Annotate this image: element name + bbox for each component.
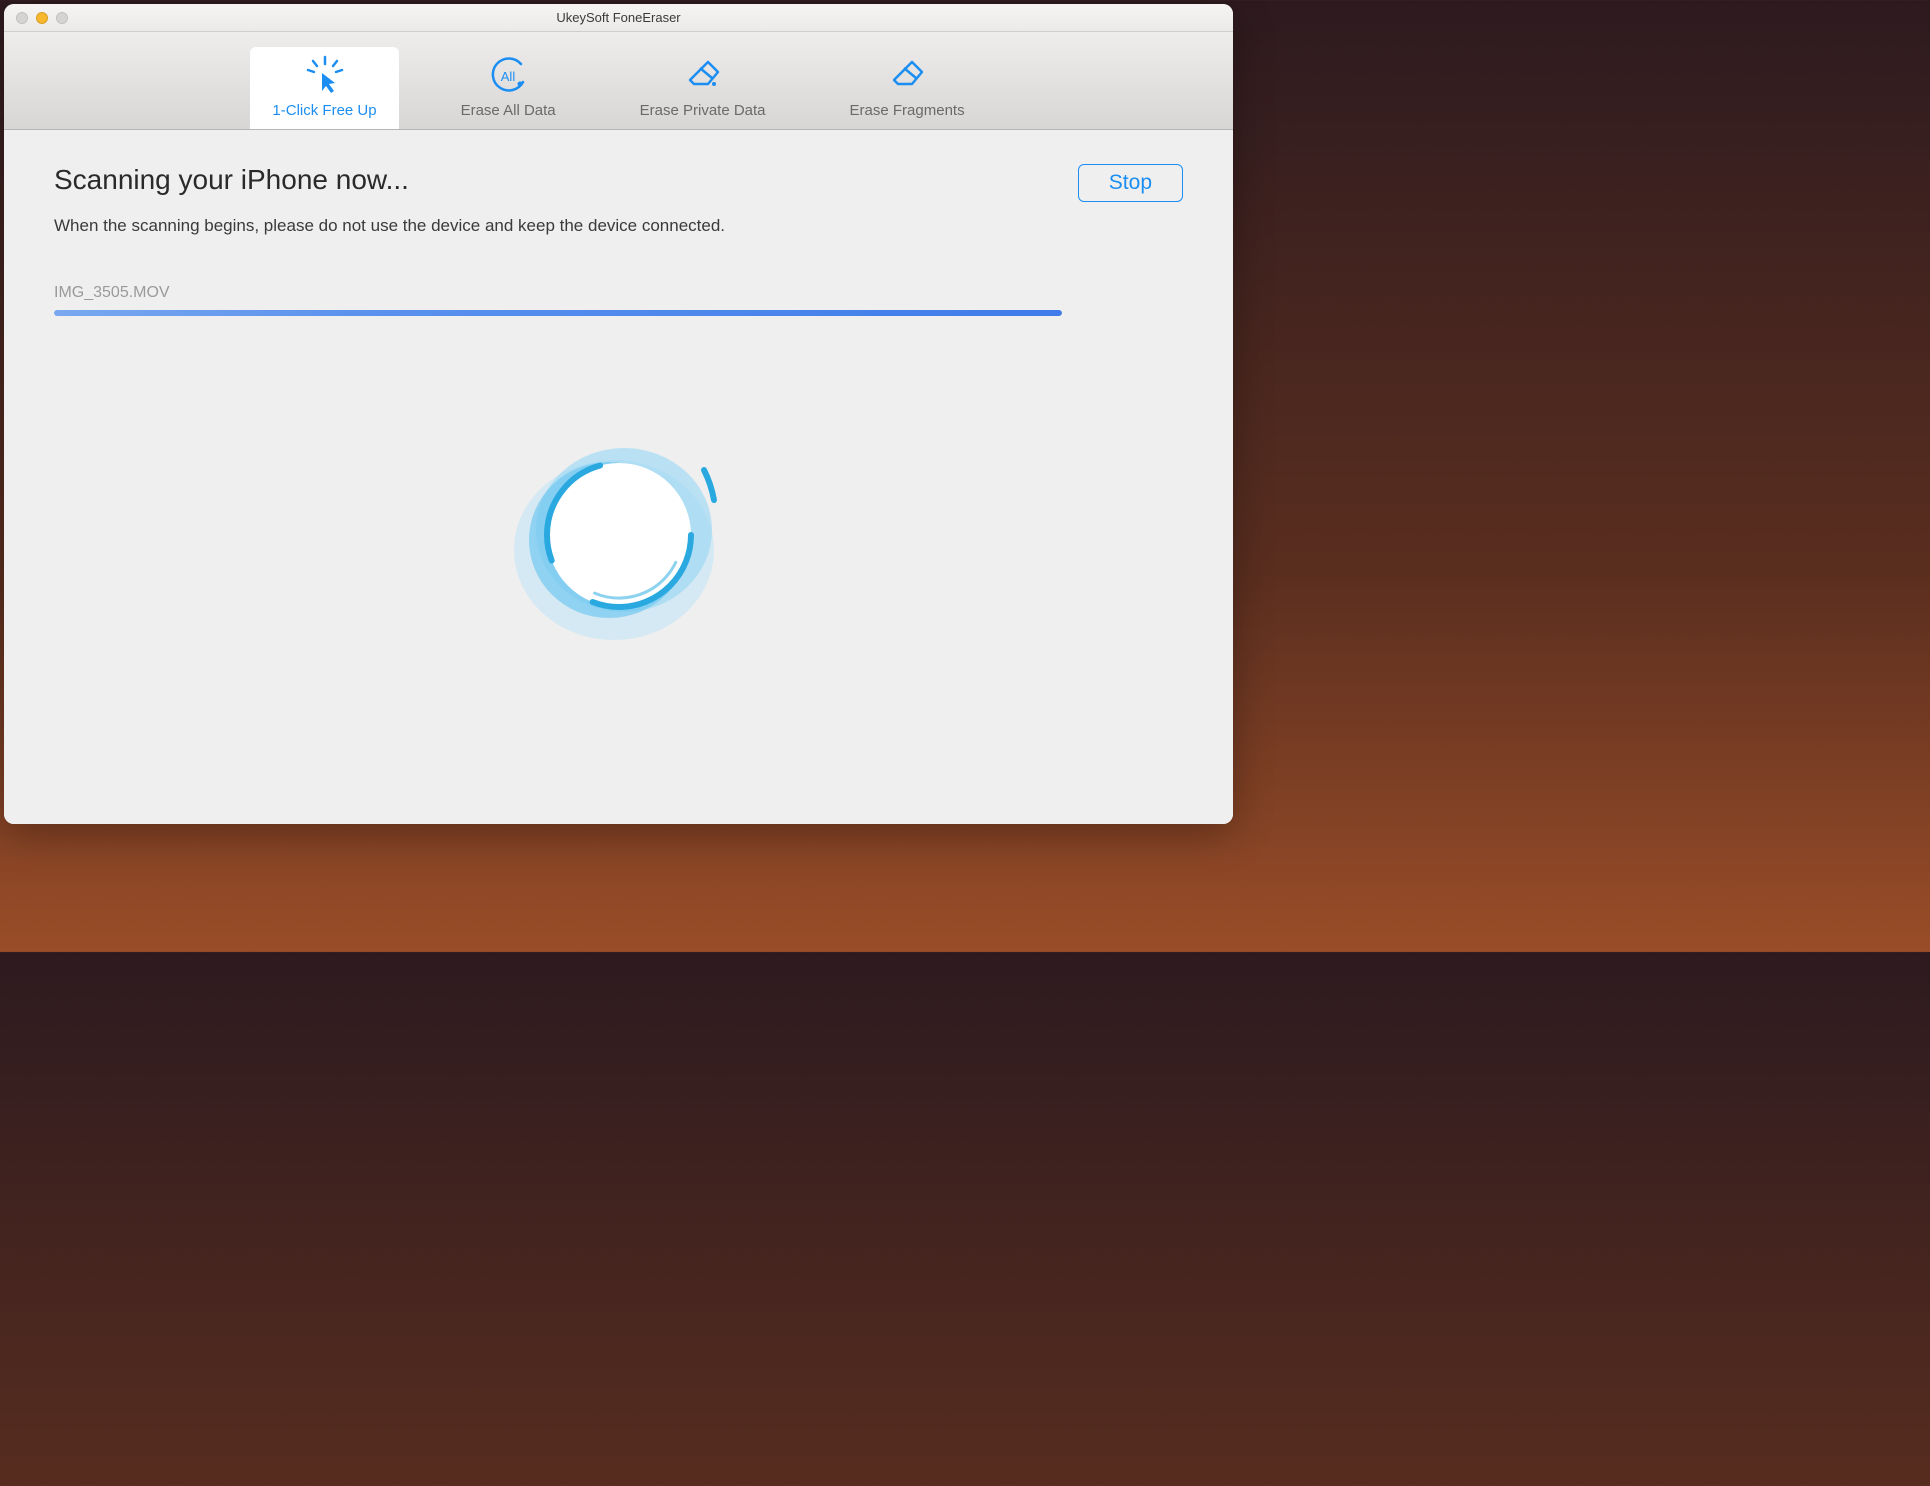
tab-label: 1-Click Free Up bbox=[272, 102, 376, 119]
close-icon[interactable] bbox=[16, 12, 28, 24]
tab-label: Erase Private Data bbox=[640, 102, 766, 119]
content-area: Scanning your iPhone now... When the sca… bbox=[4, 130, 1233, 824]
page-title: Scanning your iPhone now... bbox=[54, 164, 725, 196]
tab-label: Erase Fragments bbox=[850, 102, 965, 119]
tab-1-click-free-up[interactable]: 1-Click Free Up bbox=[250, 47, 398, 129]
click-icon bbox=[302, 58, 348, 94]
header-row: Scanning your iPhone now... When the sca… bbox=[54, 164, 1183, 236]
window-title: UkeySoft FoneEraser bbox=[4, 10, 1233, 25]
stop-button[interactable]: Stop bbox=[1078, 164, 1183, 202]
progress-bar bbox=[54, 310, 1062, 316]
titlebar: UkeySoft FoneEraser bbox=[4, 4, 1233, 32]
svg-text:All: All bbox=[501, 69, 516, 84]
app-window: UkeySoft FoneEraser 1-Click Free Up bbox=[4, 4, 1233, 824]
minimize-icon[interactable] bbox=[36, 12, 48, 24]
tab-erase-all-data[interactable]: All Erase All Data bbox=[439, 47, 578, 129]
eraser-icon bbox=[884, 58, 930, 94]
progress-fill bbox=[54, 310, 1062, 316]
all-icon: All bbox=[485, 58, 531, 94]
spinner-icon bbox=[504, 430, 734, 655]
tab-erase-fragments[interactable]: Erase Fragments bbox=[828, 47, 987, 129]
heading-block: Scanning your iPhone now... When the sca… bbox=[54, 164, 725, 236]
toolbar: 1-Click Free Up All Erase All Data bbox=[4, 32, 1233, 130]
traffic-lights bbox=[4, 12, 68, 24]
eraser-icon bbox=[680, 58, 726, 94]
page-subtitle: When the scanning begins, please do not … bbox=[54, 216, 725, 236]
tab-erase-private-data[interactable]: Erase Private Data bbox=[618, 47, 788, 129]
maximize-icon[interactable] bbox=[56, 12, 68, 24]
current-file-label: IMG_3505.MOV bbox=[54, 284, 1183, 302]
tab-label: Erase All Data bbox=[461, 102, 556, 119]
